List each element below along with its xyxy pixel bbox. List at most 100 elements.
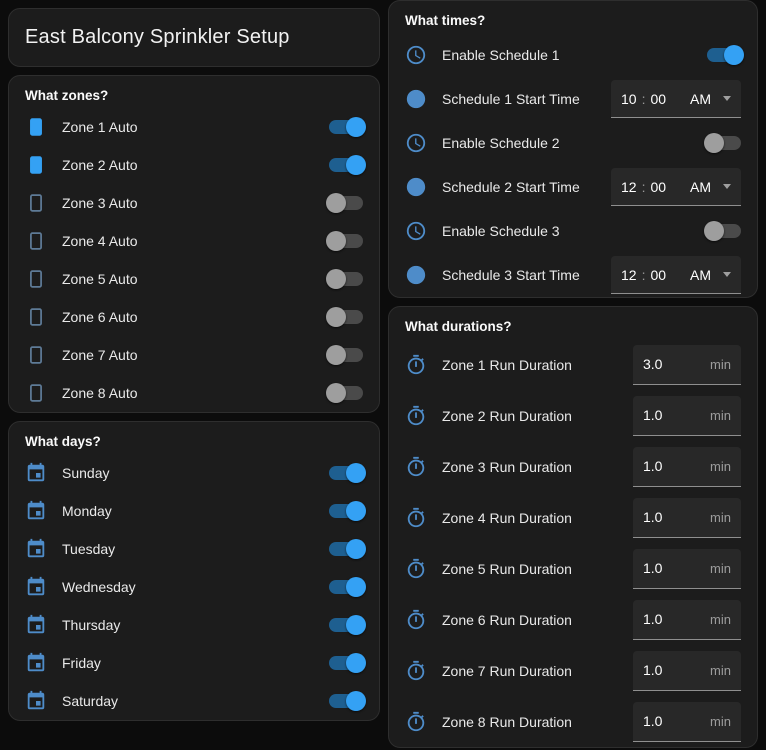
toggle-thumb <box>704 221 724 241</box>
enable-schedule-1-toggle[interactable] <box>707 45 744 65</box>
start-time-label: Schedule 3 Start Time <box>442 267 580 283</box>
zone-1-duration-input[interactable]: 3.0 min <box>633 344 741 385</box>
duration-value[interactable]: 1.0 <box>643 560 662 576</box>
day-row: Monday <box>9 492 379 530</box>
time-separator: : <box>641 266 646 283</box>
zone-5-duration-input[interactable]: 1.0 min <box>633 548 741 589</box>
calendar-icon <box>25 538 47 560</box>
timer-icon <box>405 354 427 376</box>
sprinkler-zone-icon <box>25 306 47 328</box>
toggle-thumb <box>346 501 366 521</box>
sprinkler-zone-icon <box>25 116 47 138</box>
duration-value[interactable]: 1.0 <box>643 509 662 525</box>
page: East Balcony Sprinkler Setup What zones?… <box>0 0 766 748</box>
enable-schedule-row: Enable Schedule 3 <box>389 209 757 253</box>
duration-row: Zone 3 Run Duration 1.0 min <box>389 441 757 492</box>
zone-4-duration-input[interactable]: 1.0 min <box>633 497 741 538</box>
toggle-thumb <box>346 155 366 175</box>
zone-label: Zone 4 Auto <box>62 233 138 249</box>
zone-2-duration-input[interactable]: 1.0 min <box>633 395 741 436</box>
zone-2-toggle[interactable] <box>329 155 366 175</box>
duration-value[interactable]: 3.0 <box>643 356 662 372</box>
right-column: What times? Enable Schedule 1 Schedule 1… <box>388 0 758 748</box>
sprinkler-zone-icon <box>25 382 47 404</box>
duration-row: Zone 5 Run Duration 1.0 min <box>389 543 757 594</box>
zone-3-toggle[interactable] <box>326 193 363 213</box>
enable-schedule-2-toggle[interactable] <box>704 133 741 153</box>
hour-input[interactable]: 10 <box>621 91 637 107</box>
saturday-toggle[interactable] <box>329 691 366 711</box>
zones-card: What zones? Zone 1 Auto Zone 2 Auto Zone… <box>8 75 380 413</box>
minute-input[interactable]: 00 <box>650 179 666 195</box>
ampm-select[interactable]: AM <box>690 179 711 195</box>
sprinkler-zone-icon <box>25 154 47 176</box>
toggle-thumb <box>346 615 366 635</box>
schedule-2-time-input[interactable]: 12 : 00 AM <box>611 168 741 206</box>
enable-schedule-3-toggle[interactable] <box>704 221 741 241</box>
duration-value[interactable]: 1.0 <box>643 662 662 678</box>
day-row: Friday <box>9 644 379 682</box>
zone-row: Zone 6 Auto <box>9 298 379 336</box>
duration-label: Zone 8 Run Duration <box>442 713 572 730</box>
tuesday-toggle[interactable] <box>329 539 366 559</box>
schedule-3-time-input[interactable]: 12 : 00 AM <box>611 256 741 294</box>
calendar-icon <box>25 614 47 636</box>
wednesday-toggle[interactable] <box>329 577 366 597</box>
start-time-row: Schedule 2 Start Time 12 : 00 AM <box>389 165 757 209</box>
monday-toggle[interactable] <box>329 501 366 521</box>
zone-1-toggle[interactable] <box>329 117 366 137</box>
zone-3-duration-input[interactable]: 1.0 min <box>633 446 741 487</box>
zone-7-toggle[interactable] <box>326 345 363 365</box>
duration-row: Zone 8 Run Duration 1.0 min <box>389 696 757 747</box>
zone-row: Zone 3 Auto <box>9 184 379 222</box>
dropdown-caret-icon[interactable] <box>723 96 731 101</box>
duration-row: Zone 7 Run Duration 1.0 min <box>389 645 757 696</box>
zone-4-toggle[interactable] <box>326 231 363 251</box>
sprinkler-zone-icon <box>25 268 47 290</box>
duration-value[interactable]: 1.0 <box>643 458 662 474</box>
toggle-thumb <box>346 691 366 711</box>
sprinkler-zone-icon <box>25 344 47 366</box>
days-section-header: What days? <box>25 434 101 449</box>
zone-label: Zone 5 Auto <box>62 271 138 287</box>
duration-value[interactable]: 1.0 <box>643 611 662 627</box>
minute-input[interactable]: 00 <box>650 267 666 283</box>
zone-6-duration-input[interactable]: 1.0 min <box>633 599 741 640</box>
zone-label: Zone 8 Auto <box>62 385 138 401</box>
zone-6-toggle[interactable] <box>326 307 363 327</box>
day-label: Sunday <box>62 465 110 481</box>
duration-row: Zone 1 Run Duration 3.0 min <box>389 339 757 390</box>
duration-value[interactable]: 1.0 <box>643 713 662 729</box>
zone-7-duration-input[interactable]: 1.0 min <box>633 650 741 691</box>
ampm-select[interactable]: AM <box>690 267 711 283</box>
ampm-select[interactable]: AM <box>690 91 711 107</box>
zone-5-toggle[interactable] <box>326 269 363 289</box>
zone-8-duration-input[interactable]: 1.0 min <box>633 701 741 742</box>
day-label: Tuesday <box>62 541 116 557</box>
sunday-toggle[interactable] <box>329 463 366 483</box>
clock-filled-icon <box>405 176 427 198</box>
dropdown-caret-icon[interactable] <box>723 184 731 189</box>
duration-unit: min <box>710 662 731 678</box>
toggle-thumb <box>346 577 366 597</box>
duration-label: Zone 6 Run Duration <box>442 611 572 628</box>
duration-value[interactable]: 1.0 <box>643 407 662 423</box>
duration-label: Zone 2 Run Duration <box>442 407 572 424</box>
toggle-thumb <box>326 193 346 213</box>
day-row: Saturday <box>9 682 379 720</box>
hour-input[interactable]: 12 <box>621 179 637 195</box>
zone-8-toggle[interactable] <box>326 383 363 403</box>
hour-input[interactable]: 12 <box>621 267 637 283</box>
minute-input[interactable]: 00 <box>650 91 666 107</box>
thursday-toggle[interactable] <box>329 615 366 635</box>
zones-section-header: What zones? <box>25 88 109 103</box>
schedule-1-time-input[interactable]: 10 : 00 AM <box>611 80 741 118</box>
timer-icon <box>405 609 427 631</box>
dropdown-caret-icon[interactable] <box>723 272 731 277</box>
toggle-thumb <box>704 133 724 153</box>
times-section-header: What times? <box>405 13 486 28</box>
zone-row: Zone 4 Auto <box>9 222 379 260</box>
duration-label: Zone 3 Run Duration <box>442 458 572 475</box>
duration-row: Zone 6 Run Duration 1.0 min <box>389 594 757 645</box>
friday-toggle[interactable] <box>329 653 366 673</box>
